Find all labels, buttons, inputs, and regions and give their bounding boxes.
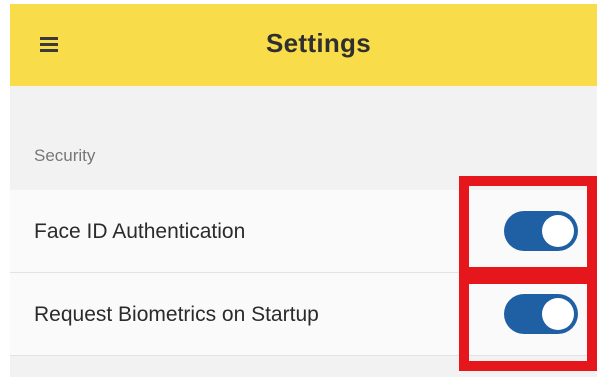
setting-row-face-id[interactable]: Face ID Authentication <box>10 190 597 273</box>
biometrics-startup-toggle[interactable] <box>504 294 578 334</box>
page-title: Settings <box>266 28 371 58</box>
setting-label-face-id: Face ID Authentication <box>34 220 246 243</box>
setting-label-biometrics-startup: Request Biometrics on Startup <box>34 303 319 326</box>
settings-content: Security Face ID Authentication Request … <box>10 86 597 377</box>
toggle-knob <box>542 298 574 330</box>
app-bar: Settings <box>10 4 597 86</box>
setting-row-biometrics-startup[interactable]: Request Biometrics on Startup <box>10 273 597 356</box>
toggle-knob <box>542 215 574 247</box>
settings-screen: Settings Security Face ID Authentication… <box>0 0 597 377</box>
face-id-toggle[interactable] <box>504 211 578 251</box>
section-header-security: Security <box>34 146 96 165</box>
